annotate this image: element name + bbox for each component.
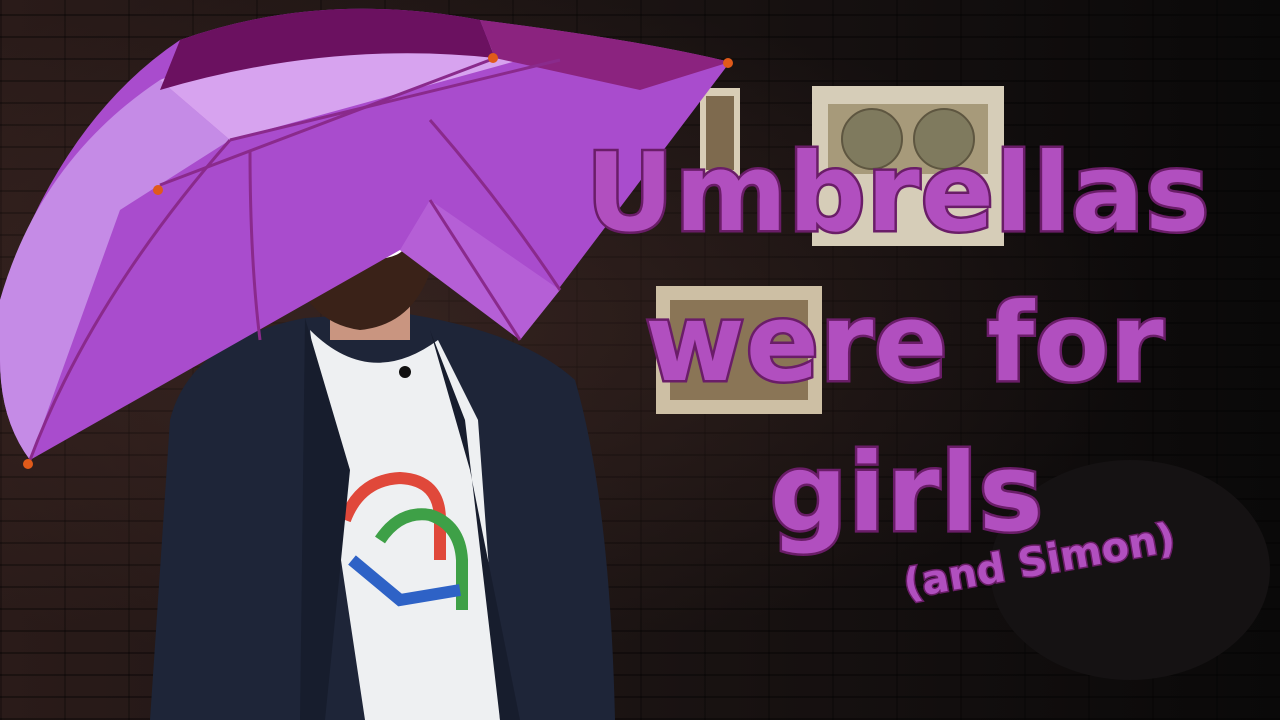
thumbnail: Umbrellas were for girls (and Simon) <box>0 0 1280 720</box>
title-line-3: girls <box>768 431 1046 556</box>
title-line-2: were for <box>643 281 1167 406</box>
title-line-1: Umbrellas <box>583 131 1211 256</box>
